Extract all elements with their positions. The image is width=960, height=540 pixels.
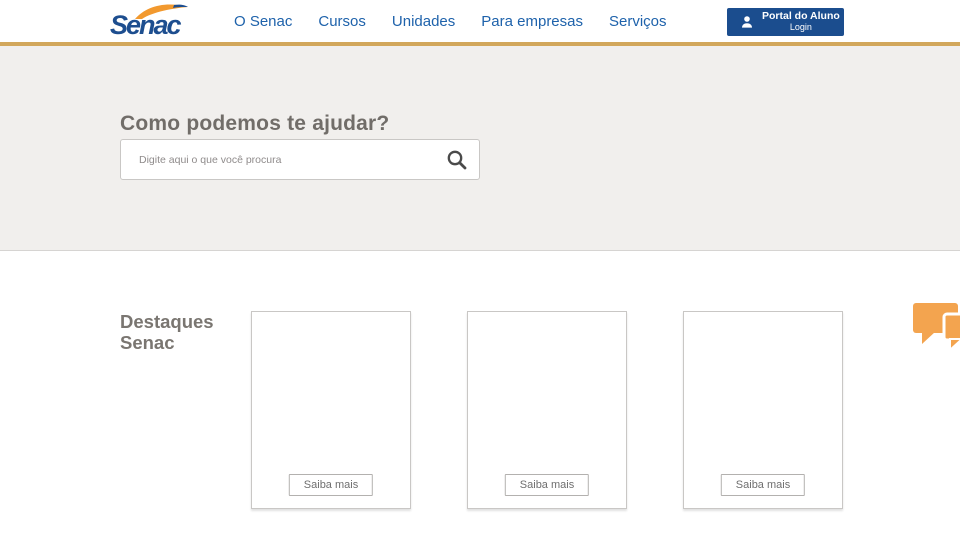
highlights-title-line1: Destaques [120,311,214,332]
nav-item-unidades[interactable]: Unidades [392,13,455,30]
search-icon [446,149,468,171]
nav-item-o-senac[interactable]: O Senac [234,13,292,30]
saiba-mais-button[interactable]: Saiba mais [721,474,805,496]
portal-button-sublabel: Login [790,23,812,33]
chat-bubbles-icon [912,302,960,350]
search-input[interactable] [121,140,479,179]
highlight-card-image [252,312,410,472]
highlights-title: Destaques Senac [120,311,214,353]
senac-logo[interactable]: Senac [110,2,190,42]
saiba-mais-button[interactable]: Saiba mais [505,474,589,496]
highlight-card[interactable]: Saiba mais [251,311,411,509]
highlight-card-image [468,312,626,472]
site-header: Senac O Senac Cursos Unidades Para empre… [0,0,960,42]
nav-item-servicos[interactable]: Serviços [609,13,667,30]
nav-item-cursos[interactable]: Cursos [318,13,366,30]
portal-button-text: Portal do Aluno Login [762,11,840,32]
highlights-title-line2: Senac [120,332,214,353]
nav-item-para-empresas[interactable]: Para empresas [481,13,583,30]
search-box [120,139,480,180]
highlight-card[interactable]: Saiba mais [683,311,843,509]
hero-heading: Como podemos te ajudar? [120,112,389,136]
chat-widget-button[interactable] [912,302,960,350]
highlight-card-image [684,312,842,472]
page: Senac O Senac Cursos Unidades Para empre… [0,0,960,540]
main-nav: O Senac Cursos Unidades Para empresas Se… [234,0,667,42]
user-icon [739,14,755,30]
portal-login-button[interactable]: Portal do Aluno Login [727,8,844,36]
highlight-card[interactable]: Saiba mais [467,311,627,509]
search-button[interactable] [443,146,471,174]
logo-text: Senac [110,12,180,39]
hero-search-section: Como podemos te ajudar? [0,46,960,251]
saiba-mais-button[interactable]: Saiba mais [289,474,373,496]
